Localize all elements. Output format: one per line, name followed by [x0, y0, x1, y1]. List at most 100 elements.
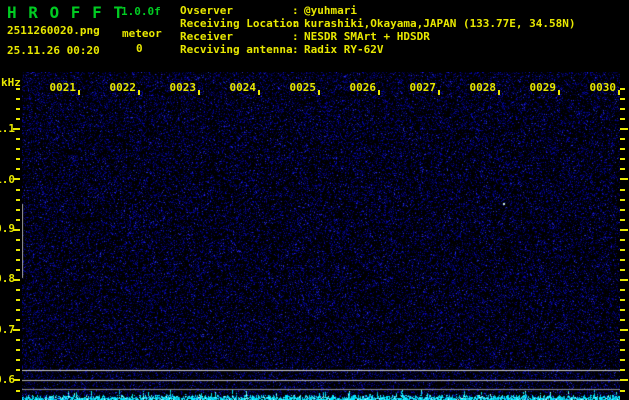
minute-tick — [318, 90, 320, 95]
freq-minor-tick — [620, 189, 625, 191]
freq-minor-tick — [16, 359, 20, 361]
freq-minor-tick — [620, 219, 625, 221]
freq-minor-tick — [16, 289, 20, 291]
minute-tick — [258, 90, 260, 95]
freq-minor-tick — [16, 239, 20, 241]
freq-minor-tick — [620, 209, 625, 211]
freq-major-tick — [620, 279, 628, 281]
freq-minor-tick — [620, 148, 625, 150]
info-colon: : — [292, 30, 299, 43]
freq-minor-tick — [16, 88, 20, 90]
freq-minor-tick — [620, 259, 625, 261]
freq-minor-tick — [620, 158, 625, 160]
freq-minor-tick — [620, 349, 625, 351]
freq-minor-tick — [16, 309, 20, 311]
freq-minor-tick — [620, 339, 625, 341]
freq-minor-tick — [620, 289, 625, 291]
time-tick-label: 0022 — [109, 81, 137, 94]
freq-minor-tick — [16, 269, 20, 271]
freq-minor-tick — [16, 299, 20, 301]
minute-tick — [618, 90, 620, 95]
freq-minor-tick — [16, 339, 20, 341]
time-tick-label: 0025 — [289, 81, 317, 94]
info-colon: : — [292, 43, 299, 56]
minute-tick — [498, 90, 500, 95]
freq-major-tick — [13, 128, 20, 130]
minute-tick — [78, 90, 80, 95]
freq-minor-tick — [16, 108, 20, 110]
freq-minor-tick — [16, 319, 20, 321]
freq-major-tick — [620, 128, 628, 130]
info-value-observer: @yuhmari — [304, 4, 357, 17]
freq-minor-tick — [620, 369, 625, 371]
freq-major-tick — [13, 379, 20, 381]
freq-minor-tick — [16, 118, 20, 120]
freq-minor-tick — [620, 108, 625, 110]
freq-minor-tick — [620, 138, 625, 140]
minute-tick — [138, 90, 140, 95]
freq-minor-tick — [620, 88, 625, 90]
freq-minor-tick — [620, 359, 625, 361]
freq-major-tick — [620, 379, 628, 381]
minute-tick — [378, 90, 380, 95]
freq-major-tick — [13, 229, 20, 231]
meteor-count-label: meteor — [122, 27, 162, 40]
freq-minor-tick — [620, 168, 625, 170]
info-label-location: Receiving Location — [180, 17, 300, 30]
info-value-antenna: Radix RY-62V — [304, 43, 384, 56]
freq-minor-tick — [16, 168, 20, 170]
time-tick-label: 0029 — [529, 81, 557, 94]
freq-minor-tick — [16, 259, 20, 261]
freq-minor-tick — [16, 249, 20, 251]
freq-minor-tick — [620, 98, 625, 100]
time-tick-label: 0028 — [469, 81, 497, 94]
freq-minor-tick — [16, 349, 20, 351]
freq-minor-tick — [16, 138, 20, 140]
info-label-receiver: Receiver — [180, 30, 233, 43]
spectrogram-plot — [22, 72, 620, 400]
freq-minor-tick — [620, 319, 625, 321]
info-label-observer: Ovserver — [180, 4, 233, 17]
freq-minor-tick — [620, 199, 625, 201]
freq-major-tick — [13, 178, 20, 180]
freq-minor-tick — [16, 390, 20, 392]
time-tick-label: 0023 — [169, 81, 197, 94]
info-value-location: kurashiki,Okayama,JAPAN (133.77E, 34.58N… — [304, 17, 576, 30]
freq-minor-tick — [620, 239, 625, 241]
freq-minor-tick — [16, 369, 20, 371]
freq-minor-tick — [16, 148, 20, 150]
app-version: 1.0.0f — [121, 5, 161, 18]
time-tick-label: 0030 — [589, 81, 617, 94]
freq-minor-tick — [620, 118, 625, 120]
info-value-receiver: NESDR SMArt + HDSDR — [304, 30, 430, 43]
freq-minor-tick — [16, 209, 20, 211]
time-tick-label: 0027 — [409, 81, 437, 94]
output-filename: 2511260020.png — [7, 24, 100, 37]
minute-tick — [198, 90, 200, 95]
info-label-antenna: Recviving antenna — [180, 43, 293, 56]
freq-minor-tick — [620, 249, 625, 251]
time-tick-label: 0021 — [49, 81, 77, 94]
app-title: H R O F F T — [7, 3, 124, 22]
freq-major-tick — [620, 178, 628, 180]
info-colon: : — [292, 17, 299, 30]
observation-datetime: 25.11.26 00:20 — [7, 44, 100, 57]
time-tick-label: 0026 — [349, 81, 377, 94]
freq-minor-tick — [16, 219, 20, 221]
freq-minor-tick — [620, 309, 625, 311]
freq-major-tick — [620, 229, 628, 231]
freq-major-tick — [13, 329, 20, 331]
time-tick-label: 0024 — [229, 81, 257, 94]
freq-minor-tick — [16, 189, 20, 191]
freq-major-tick — [13, 279, 20, 281]
freq-minor-tick — [16, 158, 20, 160]
freq-minor-tick — [620, 390, 625, 392]
meteor-count-value: 0 — [136, 42, 143, 55]
minute-tick — [438, 90, 440, 95]
freq-minor-tick — [16, 199, 20, 201]
minute-tick — [558, 90, 560, 95]
info-colon: : — [292, 4, 299, 17]
freq-minor-tick — [620, 299, 625, 301]
freq-minor-tick — [16, 98, 20, 100]
freq-minor-tick — [620, 269, 625, 271]
